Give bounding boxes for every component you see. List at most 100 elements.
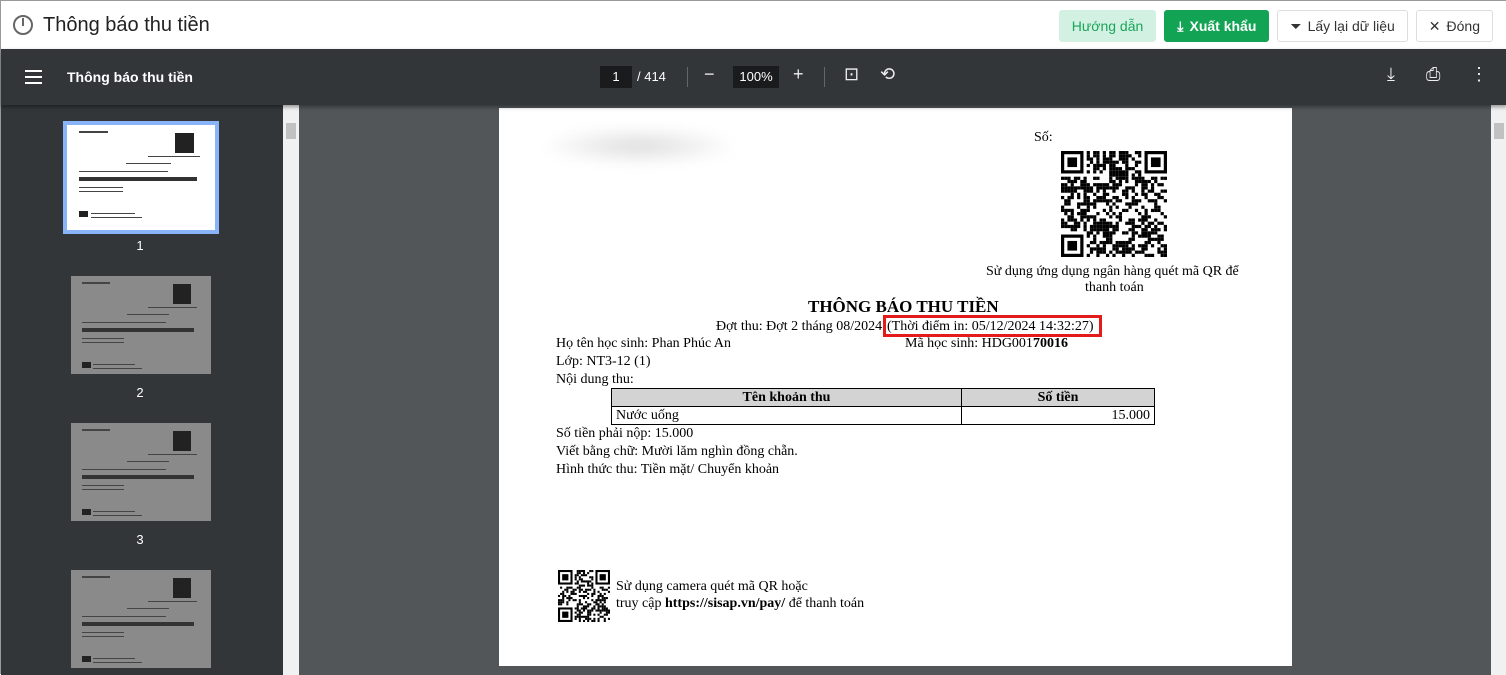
thumbnail-line [82, 322, 167, 323]
footer-suffix: để thanh toán [785, 596, 865, 611]
thumbnail-line [82, 338, 125, 339]
thumbnail-line [93, 511, 136, 512]
student-code: Mã học sinh: HDG00170016 [905, 336, 1068, 352]
content-label: Nội dung thu: [556, 372, 634, 387]
table-row: Nước uống 15.000 [611, 406, 1155, 425]
download-icon[interactable]: ⤓ [1387, 64, 1395, 85]
thumbnail-line [82, 616, 167, 617]
page-number-input[interactable]: 1 [600, 66, 632, 88]
menu-icon[interactable] [25, 70, 42, 84]
thumbnail-line [82, 282, 111, 284]
thumbnail-line [82, 362, 91, 368]
student-code-bold: 70016 [1032, 336, 1068, 351]
fee-amount: 15.000 [961, 406, 1155, 425]
thumbnail-label: 1 [136, 238, 144, 253]
thumbnail-line [82, 489, 125, 490]
close-button[interactable]: ✕ Đóng [1415, 10, 1493, 42]
column-header: Số tiền [961, 388, 1155, 407]
total-pages: / 414 [637, 69, 666, 84]
thumbnail-line [93, 368, 143, 369]
blurred-header [539, 126, 739, 166]
thumbnail-line [173, 284, 192, 304]
thumbnail-line [93, 658, 136, 659]
thumbnail-line [148, 601, 197, 602]
thumbnail-line [82, 622, 195, 626]
student-name: Họ tên học sinh: Phan Phúc An [556, 336, 731, 351]
more-options-icon[interactable]: ⋮ [1470, 64, 1488, 85]
thumbnail-page-1[interactable] [63, 121, 219, 234]
thumbnail-line [78, 171, 168, 172]
zoom-in-icon[interactable]: + [793, 64, 804, 85]
thumbnail-line [82, 469, 167, 470]
filter-icon: ⏷ [1290, 17, 1302, 34]
thumbnail-line [148, 156, 201, 157]
payment-method: Hình thức thu: Tiền mặt/ Chuyển khoản [556, 462, 780, 477]
so-label: Số: [1034, 130, 1053, 145]
help-label: Hướng dẫn [1071, 18, 1144, 34]
close-icon: ✕ [1428, 17, 1441, 34]
class: Lớp: NT3-12 (1) [556, 354, 651, 369]
app-header: Thông báo thu tiền Hướng dẫn ⤓ Xuất khẩu … [1, 1, 1506, 49]
sidebar-scrollbar[interactable] [283, 105, 299, 675]
print-icon[interactable]: ⎙ [1426, 64, 1440, 85]
footer-text: truy cập https://sisap.vn/pay/ để thanh … [616, 596, 864, 612]
thumbnail-line [82, 328, 195, 332]
thumbnail-page-3[interactable] [71, 423, 211, 521]
thumbnail-line [93, 662, 143, 663]
amount-in-words: Viết bằng chữ: Mười lăm nghìn đồng chẵn. [556, 444, 798, 459]
amount-due: Số tiền phải nộp: 15.000 [556, 426, 694, 441]
thumbnail-line [78, 131, 109, 133]
thumbnail-line [82, 342, 125, 343]
collection-period: Đợt thu: Đợt 2 tháng 08/2024 [716, 319, 883, 334]
thumbnail-line [82, 656, 91, 662]
fee-name: Nước uống [611, 406, 962, 425]
thumbnail-line [148, 454, 197, 455]
export-button[interactable]: ⤓ Xuất khẩu [1164, 10, 1270, 42]
export-label: Xuất khẩu [1189, 18, 1257, 34]
thumbnail-line [82, 632, 125, 633]
viewer-title: Thông báo thu tiền [67, 69, 193, 85]
payment-url-link[interactable]: https://sisap.vn/pay/ [665, 596, 785, 611]
column-header: Tên khoản thu [611, 388, 962, 407]
thumbnail-label: 3 [136, 532, 144, 547]
thumbnail-line [127, 314, 169, 315]
page-title: Thông báo thu tiền [43, 13, 210, 36]
thumbnail-line [78, 211, 88, 217]
payment-qr-code [1061, 151, 1167, 257]
thumbnail-line [82, 509, 91, 515]
reload-data-button[interactable]: ⏷ Lấy lại dữ liệu [1277, 10, 1408, 42]
thumbnail-line [126, 163, 171, 164]
thumbnail-line [93, 364, 136, 365]
thumbnail-line [78, 191, 124, 192]
thumbnail-line [78, 177, 198, 181]
rotate-icon[interactable]: ⟲ [880, 64, 895, 85]
highlight-box [883, 315, 1102, 337]
reload-label: Lấy lại dữ liệu [1307, 18, 1395, 34]
thumbnail-label: 2 [136, 385, 144, 400]
viewport-scrollbar[interactable] [1491, 105, 1506, 675]
thumbnail-line [175, 133, 195, 153]
export-icon: ⤓ [1177, 17, 1184, 34]
document-heading: THÔNG BÁO THU TIỀN [808, 297, 999, 316]
zoom-out-icon[interactable]: − [704, 64, 715, 85]
close-label: Đóng [1446, 18, 1480, 34]
thumbnail-line [82, 429, 111, 431]
help-button[interactable]: Hướng dẫn [1058, 10, 1157, 42]
divider [824, 67, 825, 87]
zoom-input[interactable]: 100% [733, 66, 779, 88]
thumbnail-line [82, 636, 125, 637]
divider [687, 67, 688, 87]
student-code-prefix: Mã học sinh: HDG001 [905, 336, 1033, 351]
footer-qr-code [558, 570, 610, 622]
thumbnail-line [78, 187, 124, 188]
thumbnail-line [82, 475, 195, 479]
thumbnail-page-4[interactable] [71, 570, 211, 668]
thumbnail-line [82, 485, 125, 486]
thumbnail-line [90, 217, 143, 218]
thumbnail-page-2[interactable] [71, 276, 211, 374]
pdf-toolbar: Thông báo thu tiền 1 / 414 − 100% + ⊡ ⟲ … [1, 49, 1506, 105]
thumbnail-line [173, 431, 192, 451]
document-page: Số: Sử dụng ứng dụng ngân hàng quét mã Q… [499, 108, 1292, 666]
thumbnail-line [90, 213, 136, 214]
fit-page-icon[interactable]: ⊡ [844, 64, 859, 85]
